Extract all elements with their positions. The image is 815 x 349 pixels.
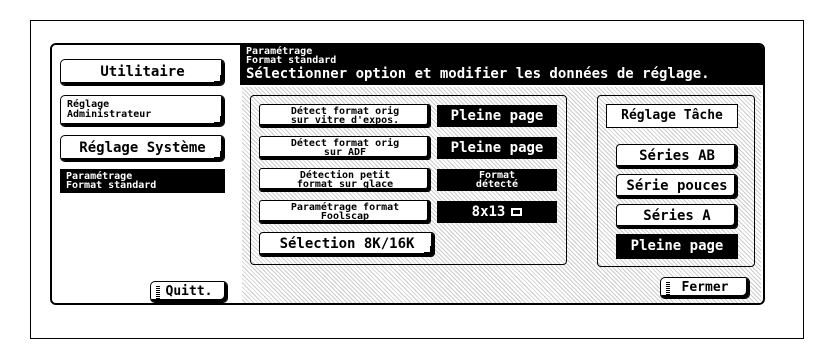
utilitaire-button[interactable]: Utilitaire: [60, 59, 225, 86]
close-label: Fermer: [681, 280, 729, 295]
header-bar: Paramétrage Format standard Sélectionner…: [240, 45, 763, 85]
quit-label: Quitt.: [165, 284, 213, 299]
paper-landscape-icon: [511, 208, 523, 216]
format-standard-selected-item[interactable]: Paramétrage Format standard: [60, 169, 225, 193]
utilitaire-label: Utilitaire: [100, 64, 185, 80]
detect-adf-label2: sur ADF: [323, 147, 367, 158]
quit-button[interactable]: Quitt.: [150, 281, 228, 303]
corner-mark-icon: [214, 116, 221, 123]
admin-label-line2: Administrateur: [67, 109, 152, 120]
small-format-detect-button[interactable]: Détection petit format sur glace: [259, 168, 431, 192]
corner-mark-icon: [214, 151, 221, 158]
foolscap-value: 8x13: [437, 201, 557, 223]
corner-mark-icon: [214, 75, 221, 82]
foolscap-value-text: 8x13: [471, 204, 506, 220]
page-title: Paramétrage Format standard: [246, 47, 337, 66]
button-grip-icon: [156, 285, 160, 299]
sidebar: Utilitaire Réglage Administrateur Réglag…: [52, 45, 238, 303]
small-format-value2: détecté: [475, 179, 519, 190]
foolscap-button[interactable]: Paramétrage format Foolscap: [259, 200, 431, 224]
foolscap-label2: Foolscap: [320, 211, 370, 222]
admin-settings-button[interactable]: Réglage Administrateur: [60, 95, 225, 127]
button-grip-icon: [666, 281, 670, 295]
system-label: Réglage Système: [79, 140, 206, 156]
options-group: Détect format orig sur vitre d'expos. Pl…: [250, 95, 567, 265]
detect-adf-value: Pleine page: [437, 137, 557, 159]
job-settings-title: Réglage Tâche: [606, 104, 738, 128]
selected-label-line2: Format standard: [66, 180, 157, 191]
full-page-selected-button[interactable]: Pleine page: [616, 234, 738, 259]
close-button[interactable]: Fermer: [660, 277, 750, 299]
detect-glass-value: Pleine page: [437, 105, 557, 127]
settings-panel: Utilitaire Réglage Administrateur Réglag…: [50, 43, 765, 305]
job-settings-group: Réglage Tâche Séries AB Série pouces Sér…: [597, 95, 755, 267]
system-settings-button[interactable]: Réglage Système: [60, 135, 225, 162]
instruction-text: Sélectionner option et modifier les donn…: [246, 66, 710, 82]
detect-glass-label2: sur vitre d'expos.: [290, 115, 400, 126]
detect-adf-button[interactable]: Détect format orig sur ADF: [259, 136, 431, 160]
detect-glass-button[interactable]: Détect format orig sur vitre d'expos.: [259, 104, 431, 128]
small-format-label2: format sur glace: [296, 179, 394, 190]
title-line2: Format standard: [246, 55, 337, 66]
selection-8k16k-button[interactable]: Sélection 8K/16K: [259, 232, 435, 257]
small-format-value: Format détecté: [437, 169, 557, 191]
series-ab-button[interactable]: Séries AB: [616, 144, 738, 169]
series-inch-button[interactable]: Série pouces: [616, 174, 738, 199]
main-content: Détect format orig sur vitre d'expos. Pl…: [242, 87, 761, 303]
selection-8k16k-label: Sélection 8K/16K: [279, 236, 415, 252]
series-a-button[interactable]: Séries A: [616, 204, 738, 229]
corner-mark-icon: [424, 246, 431, 253]
